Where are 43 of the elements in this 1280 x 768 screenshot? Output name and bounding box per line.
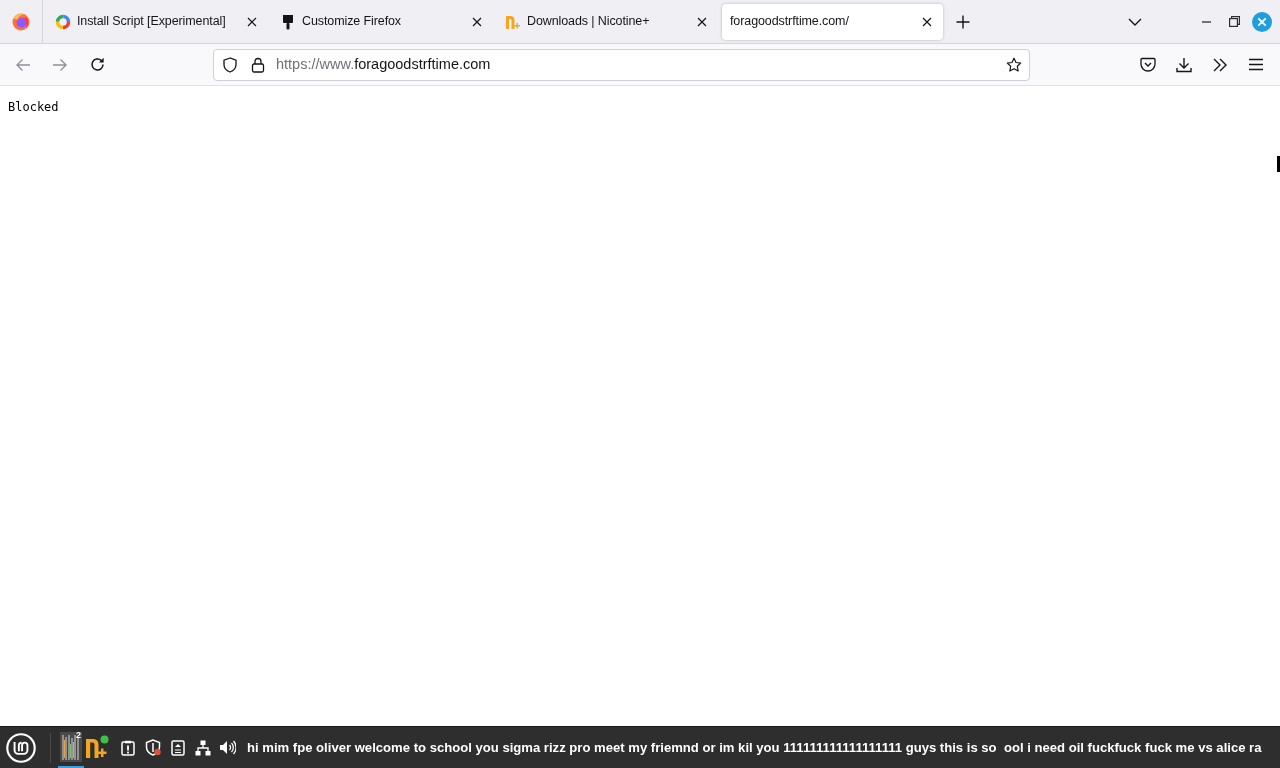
n-plus-logo-icon <box>85 734 109 759</box>
panel-ticker-text: hi mim fpe oliver welcome to school you sigma rizz pro meet my friemnd or im kil you 111111111111111111 guys this is so ool i need oil fuckfuck fuck me vs alice ra <box>247 738 1262 757</box>
taskbar-window-button[interactable]: 2 <box>58 727 84 768</box>
reload-icon <box>89 57 105 72</box>
paintbrush-icon <box>280 13 296 30</box>
close-icon <box>697 16 707 27</box>
striped-window-thumbnail-icon <box>60 731 82 762</box>
network-icon <box>194 739 211 756</box>
menu-icon <box>1248 58 1264 71</box>
close-icon <box>922 16 932 27</box>
restore-icon <box>1228 16 1240 27</box>
leaf-logo-icon <box>6 732 36 763</box>
shield-icon <box>222 56 238 73</box>
chevron-down-icon <box>1128 17 1142 26</box>
pocket-icon <box>1140 57 1156 72</box>
minimize-icon <box>1201 20 1211 23</box>
address-bar[interactable]: https://www.foragoodstrftime.com <box>213 48 1030 81</box>
speaker-icon <box>219 740 236 755</box>
browser-tab[interactable]: Downloads | Nicotine+ <box>497 3 718 40</box>
clipboard-icon <box>120 739 135 756</box>
left-arrow-icon <box>15 57 31 72</box>
shield-alert-icon <box>144 739 161 756</box>
close-icon <box>472 16 482 27</box>
n-plus-logo-icon <box>505 13 521 30</box>
window-count-label: 2 <box>76 730 81 740</box>
page-text: Blocked <box>8 99 59 116</box>
ring-favicon-icon <box>55 13 71 30</box>
bookmark-button[interactable] <box>1006 56 1022 73</box>
document-icon <box>170 739 185 756</box>
browser-tab[interactable]: foragoodstrftime.com/ <box>722 3 943 40</box>
close-circle-icon <box>1252 11 1272 32</box>
browser-tab[interactable]: Install Script [Experimental] <box>47 3 268 40</box>
double-chevron-icon <box>1212 57 1228 72</box>
lock-icon <box>251 56 265 73</box>
fox-logo-icon <box>12 12 30 31</box>
browser-tab[interactable]: Customize Firefox <box>272 3 493 40</box>
url-text: https://www.foragoodstrftime.com <box>276 54 492 74</box>
close-icon <box>247 16 257 27</box>
plus-icon <box>956 14 970 29</box>
download-icon <box>1176 56 1192 73</box>
text-cursor-icon <box>1277 156 1280 172</box>
right-arrow-icon <box>52 57 68 72</box>
star-icon <box>1006 56 1022 73</box>
